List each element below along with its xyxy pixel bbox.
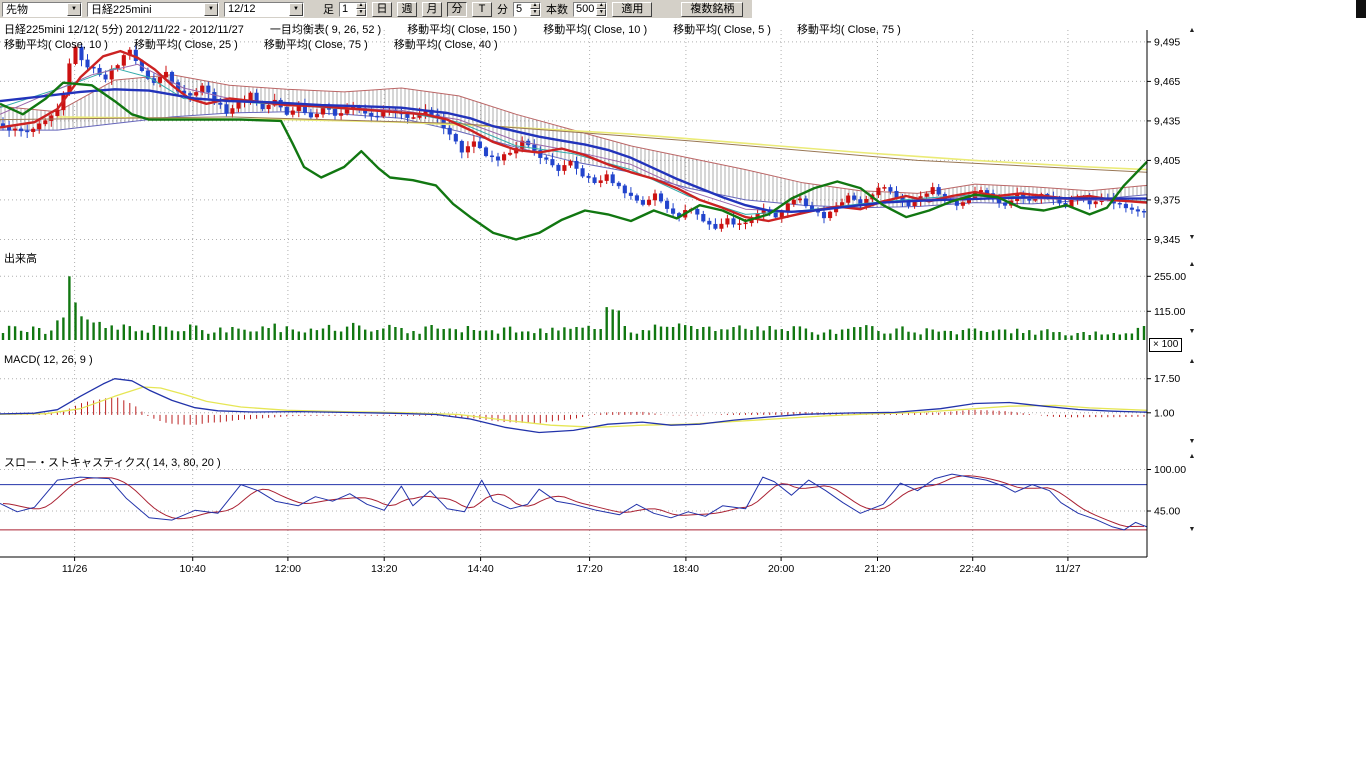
- svg-text:9,495: 9,495: [1154, 36, 1180, 48]
- ashi-label: 足: [323, 1, 334, 17]
- svg-text:100.00: 100.00: [1154, 464, 1186, 476]
- svg-text:9,405: 9,405: [1154, 155, 1180, 167]
- symbol-value: 日経225mini: [88, 1, 204, 17]
- spinner-arrows-icon[interactable]: ▲▼: [530, 3, 540, 16]
- indicator-label-ma75b: 移動平均( Close, 75 ): [264, 36, 368, 52]
- svg-text:115.00: 115.00: [1154, 306, 1185, 318]
- indicator-label-ma10b: 移動平均( Close, 10 ): [4, 36, 108, 52]
- stochastics-panel: [0, 474, 1147, 530]
- svg-text:17.50: 17.50: [1154, 373, 1180, 385]
- svg-text:1.00: 1.00: [1154, 407, 1175, 419]
- indicator-label-ma40: 移動平均( Close, 40 ): [394, 36, 498, 52]
- interval-value: 1: [340, 3, 356, 16]
- tick-button[interactable]: T: [472, 2, 492, 17]
- volume-multiplier-badge: × 100: [1149, 338, 1182, 352]
- spinner-arrows-icon[interactable]: ▲▼: [356, 3, 366, 16]
- interval-spinner[interactable]: 1 ▲▼: [339, 2, 367, 17]
- contract-month-value: 12/12: [225, 3, 289, 15]
- volume-scroll-down-icon[interactable]: ▼: [1186, 328, 1198, 336]
- minute-label: 分: [497, 1, 508, 17]
- stoch-panel-title: スロー・ストキャスティクス( 14, 3, 80, 20 ): [4, 454, 221, 470]
- price-scroll-up-icon[interactable]: ▲: [1186, 27, 1198, 35]
- indicator-label-ma75: 移動平均( Close, 75 ): [797, 21, 901, 37]
- svg-text:45.00: 45.00: [1154, 506, 1180, 518]
- chevron-down-icon[interactable]: ▼: [204, 3, 218, 16]
- toolbar-strip: 先物 ▼ 日経225mini ▼ 12/12 ▼ 足 1 ▲▼ 日 週 月 分 …: [0, 0, 752, 18]
- chart-header-line1: 日経225mini 12/12( 5分) 2012/11/22 - 2012/1…: [4, 21, 901, 37]
- bars-value: 500: [574, 3, 596, 16]
- indicator-label-ma10: 移動平均( Close, 10 ): [543, 21, 647, 37]
- chevron-down-icon[interactable]: ▼: [289, 3, 303, 16]
- svg-text:11/26: 11/26: [62, 563, 88, 575]
- scrollbar-corner: [1356, 0, 1366, 18]
- svg-text:9,465: 9,465: [1154, 76, 1180, 88]
- indicator-label-ichimoku: 一目均衡表( 9, 26, 52 ): [270, 21, 381, 37]
- toolbar: 先物 ▼ 日経225mini ▼ 12/12 ▼ 足 1 ▲▼ 日 週 月 分 …: [0, 0, 1366, 18]
- period-month-button[interactable]: 月: [422, 2, 442, 17]
- svg-text:13:20: 13:20: [371, 563, 397, 575]
- svg-text:9,435: 9,435: [1154, 115, 1180, 127]
- svg-text:22:40: 22:40: [960, 563, 986, 575]
- svg-text:255.00: 255.00: [1154, 271, 1186, 283]
- svg-text:10:40: 10:40: [180, 563, 206, 575]
- stoch-scroll-up-icon[interactable]: ▲: [1186, 453, 1198, 461]
- market-category-dropdown[interactable]: 先物 ▼: [2, 2, 82, 17]
- contract-month-dropdown[interactable]: 12/12 ▼: [224, 2, 304, 17]
- svg-text:18:40: 18:40: [673, 563, 699, 575]
- indicator-label-ma150: 移動平均( Close, 150 ): [407, 21, 517, 37]
- chart-canvas[interactable]: 9,495 9,465 9,435 9,405 9,375 9,345 255.00 115.…: [0, 0, 1366, 768]
- minute-spinner[interactable]: 5 ▲▼: [513, 2, 541, 17]
- chart-title: 日経225mini 12/12( 5分) 2012/11/22 - 2012/1…: [4, 21, 244, 37]
- price-scroll-down-icon[interactable]: ▼: [1186, 234, 1198, 242]
- macd-panel-title: MACD( 12, 26, 9 ): [4, 354, 93, 366]
- period-day-button[interactable]: 日: [372, 2, 392, 17]
- macd-scroll-down-icon[interactable]: ▼: [1186, 438, 1198, 446]
- bars-spinner[interactable]: 500 ▲▼: [573, 2, 607, 17]
- svg-text:14:40: 14:40: [467, 563, 493, 575]
- svg-text:20:00: 20:00: [768, 563, 794, 575]
- volume-panel-title: 出来高: [4, 250, 37, 266]
- period-minute-button[interactable]: 分: [447, 2, 467, 17]
- svg-text:21:20: 21:20: [864, 563, 890, 575]
- spinner-arrows-icon[interactable]: ▲▼: [596, 3, 606, 16]
- chevron-down-icon[interactable]: ▼: [67, 3, 81, 16]
- symbol-dropdown[interactable]: 日経225mini ▼: [87, 2, 219, 17]
- svg-text:17:20: 17:20: [576, 563, 602, 575]
- chart-header-line2: 移動平均( Close, 10 ) 移動平均( Close, 25 ) 移動平均…: [4, 36, 498, 52]
- svg-text:12:00: 12:00: [275, 563, 301, 575]
- apply-button[interactable]: 適用: [612, 2, 652, 17]
- macd-panel: [0, 379, 1147, 433]
- period-week-button[interactable]: 週: [397, 2, 417, 17]
- indicator-label-ma25: 移動平均( Close, 25 ): [134, 36, 238, 52]
- minute-value: 5: [514, 3, 530, 16]
- multi-symbol-button[interactable]: 複数銘柄: [681, 2, 743, 17]
- stoch-scroll-down-icon[interactable]: ▼: [1186, 526, 1198, 534]
- svg-text:9,345: 9,345: [1154, 234, 1180, 246]
- svg-text:9,375: 9,375: [1154, 194, 1180, 206]
- volume-scroll-up-icon[interactable]: ▲: [1186, 261, 1198, 269]
- svg-text:11/27: 11/27: [1055, 563, 1081, 575]
- bars-label: 本数: [546, 1, 568, 17]
- indicator-label-ma5: 移動平均( Close, 5 ): [673, 21, 771, 37]
- market-category-value: 先物: [3, 1, 67, 17]
- macd-scroll-up-icon[interactable]: ▲: [1186, 358, 1198, 366]
